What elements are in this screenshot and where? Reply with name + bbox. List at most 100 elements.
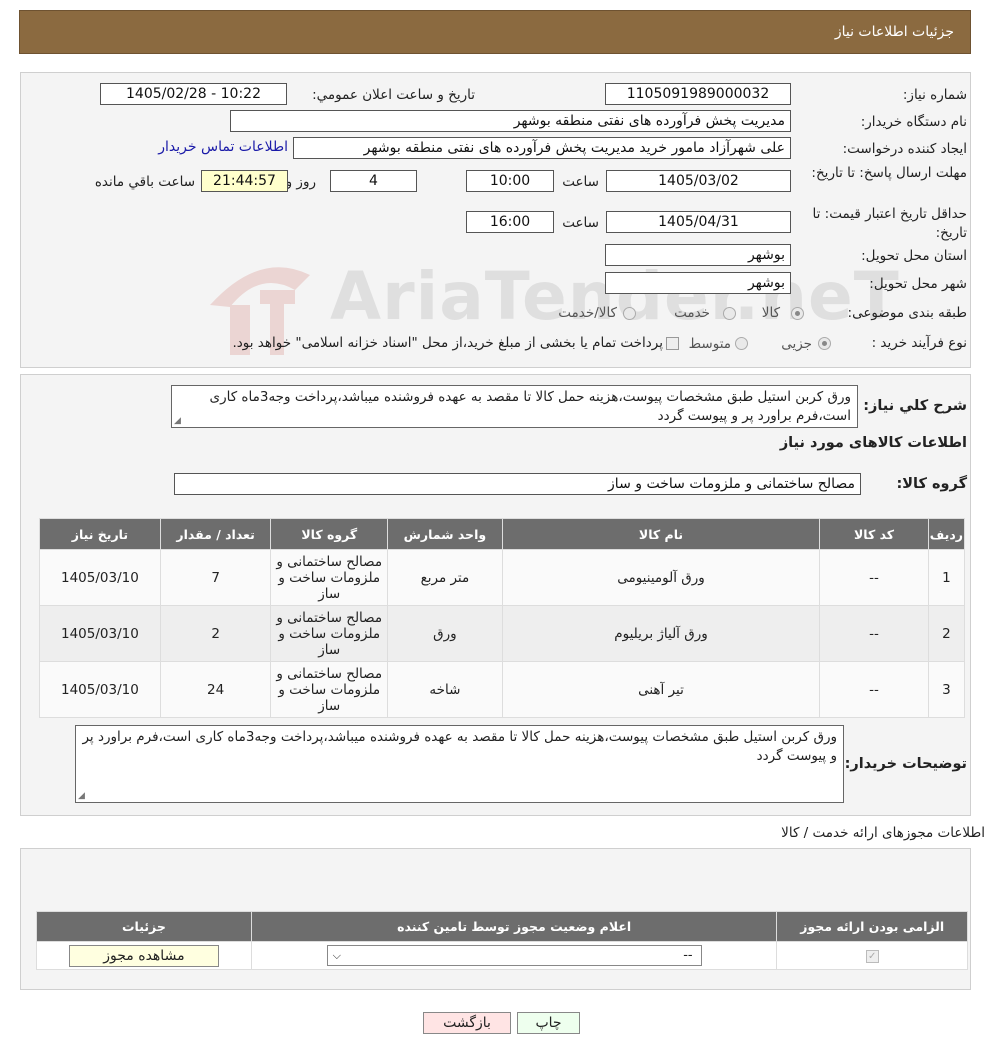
table-row[interactable]: 1 -- ورق آلومینیومی متر مربع مصالح ساختم… [39, 549, 966, 606]
cell-qty: 2 [159, 605, 272, 662]
deadline-time-label: ساعت [562, 174, 599, 190]
goods-table: ردیف کد کالا نام کالا واحد شمارش گروه کا… [39, 518, 966, 718]
process-note: پرداخت تمام یا بخشی از مبلغ خرید،از محل … [232, 335, 663, 351]
days-label: روز و [285, 174, 316, 190]
need-number-field: 1105091989000032 [605, 83, 791, 105]
cell-date: 1405/03/10 [39, 605, 161, 662]
cell-name: تیر آهنی [501, 661, 821, 718]
goods-section-title: اطلاعات کالاهای مورد نیاز [779, 435, 967, 451]
cell-index: 2 [927, 605, 966, 662]
col-name: نام کالا [501, 518, 821, 550]
process-medium-radio[interactable] [735, 337, 748, 350]
col-license-status: اعلام وضعیت مجوز توسط تامین کننده [250, 911, 778, 942]
table-row: ✓ -- ⌵ مشاهده مجوز [36, 941, 968, 970]
category-goods-service-label: کالا/خدمت [558, 305, 617, 321]
goods-group-field: مصالح ساختمانی و ملزومات ساخت و ساز [174, 473, 861, 495]
buyer-notes-text: ورق کربن استیل طبق مشخصات پیوست،هزینه حم… [82, 729, 837, 764]
cell-index: 3 [927, 661, 966, 718]
cell-code: -- [819, 549, 929, 606]
license-details-cell: مشاهده مجوز [36, 941, 252, 970]
validity-date-field: 1405/04/31 [606, 211, 791, 233]
remaining-time-label: ساعت باقي مانده [94, 174, 195, 190]
validity-label: حداقل تاریخ اعتبار قیمت: تا تاریخ: [812, 206, 967, 241]
col-license-details: جزئیات [36, 911, 252, 942]
col-group: گروه کالا [270, 518, 389, 550]
licenses-table-header: الزامی بودن ارائه مجوز اعلام وضعیت مجوز … [36, 911, 968, 942]
resize-grip-icon[interactable]: ◢ [174, 417, 181, 426]
deadline-time-field: 10:00 [466, 170, 554, 192]
page-title: جزئیات اطلاعات نیاز [834, 24, 954, 40]
category-goods-label: کالا [761, 305, 780, 321]
col-qty: تعداد / مقدار [159, 518, 272, 550]
province-field: بوشهر [605, 244, 791, 266]
deadline-label: مهلت ارسال پاسخ: تا تاریخ: [811, 165, 967, 181]
license-status-select[interactable]: -- ⌵ [326, 945, 702, 966]
licenses-section-title: اطلاعات مجوزهای ارائه خدمت / کالا [781, 825, 985, 841]
cell-code: -- [819, 661, 929, 718]
cell-group: مصالح ساختمانی و ملزومات ساخت و ساز [270, 549, 389, 606]
process-minor-radio[interactable] [818, 337, 831, 350]
col-code: کد کالا [819, 518, 929, 550]
cell-name: ورق آلومینیومی [501, 549, 821, 606]
cell-index: 1 [927, 549, 966, 606]
process-minor-label: جزیی [781, 336, 812, 352]
validity-time-field: 16:00 [466, 211, 554, 233]
print-button[interactable]: چاپ [517, 1012, 580, 1034]
city-field: بوشهر [605, 272, 791, 294]
table-row[interactable]: 3 -- تیر آهنی شاخه مصالح ساختمانی و ملزو… [39, 661, 966, 718]
cell-date: 1405/03/10 [39, 549, 161, 606]
creator-label: ايجاد كننده درخواست: [842, 141, 967, 157]
description-text: ورق کربن استیل طبق مشخصات پیوست،هزینه حم… [209, 389, 852, 424]
buyer-org-label: نام دستگاه خريدار: [860, 114, 967, 130]
description-label: شرح كلي نياز: [863, 398, 967, 414]
cell-unit: متر مربع [387, 549, 503, 606]
buyer-notes-textarea[interactable]: ورق کربن استیل طبق مشخصات پیوست،هزینه حم… [75, 725, 844, 803]
province-label: استان محل تحویل: [861, 248, 967, 264]
category-goods-radio[interactable] [791, 307, 804, 320]
cell-group: مصالح ساختمانی و ملزومات ساخت و ساز [270, 661, 389, 718]
view-license-button[interactable]: مشاهده مجوز [68, 944, 219, 967]
cell-qty: 24 [159, 661, 272, 718]
announce-field: 1405/02/28 - 10:22 [100, 83, 287, 105]
category-service-radio[interactable] [723, 307, 736, 320]
deadline-date-field: 1405/03/02 [606, 170, 791, 192]
chevron-down-icon: ⌵ [332, 949, 341, 962]
city-label: شهر محل تحویل: [869, 276, 967, 292]
watermark-text: AriaTender.neT [330, 258, 900, 335]
cell-qty: 7 [159, 549, 272, 606]
cell-group: مصالح ساختمانی و ملزومات ساخت و ساز [270, 605, 389, 662]
goods-table-header: ردیف کد کالا نام کالا واحد شمارش گروه کا… [39, 518, 966, 550]
license-status-cell: -- ⌵ [250, 941, 778, 970]
treasury-checkbox[interactable] [666, 337, 679, 350]
license-status-value: -- [683, 948, 693, 963]
announce-label: تاریخ و ساعت اعلان عمومي: [312, 87, 475, 103]
license-required-checkbox: ✓ [865, 950, 879, 963]
cell-name: ورق آلیاژ بریلیوم [501, 605, 821, 662]
description-textarea[interactable]: ورق کربن استیل طبق مشخصات پیوست،هزینه حم… [171, 385, 858, 428]
cell-unit: شاخه [387, 661, 503, 718]
category-label: طبقه بندی موضوعی: [847, 305, 967, 321]
col-index: ردیف [927, 518, 966, 550]
days-remaining-field: 4 [330, 170, 417, 192]
page-header: جزئیات اطلاعات نیاز [19, 10, 971, 54]
process-label: نوع فرآیند خرید : [871, 335, 967, 351]
col-unit: واحد شمارش [387, 518, 503, 550]
cell-date: 1405/03/10 [39, 661, 161, 718]
creator-field: علی شهرآزاد مامور خرید مدیریت پخش فرآورد… [293, 137, 791, 159]
buyer-org-field: مدیریت پخش فرآورده های نفتی منطقه بوشهر [230, 110, 791, 132]
col-date: تاریخ نیاز [39, 518, 161, 550]
need-number-label: شماره نیاز: [902, 87, 967, 103]
back-button[interactable]: بازگشت [423, 1012, 511, 1034]
category-service-label: خدمت [674, 305, 710, 321]
resize-grip-icon[interactable]: ◢ [78, 792, 85, 801]
remaining-time-field: 21:44:57 [201, 170, 288, 192]
cell-code: -- [819, 605, 929, 662]
goods-group-label: گروه کالا: [896, 476, 967, 492]
table-row[interactable]: 2 -- ورق آلیاژ بریلیوم ورق مصالح ساختمان… [39, 605, 966, 662]
validity-time-label: ساعت [562, 215, 599, 231]
category-goods-service-radio[interactable] [623, 307, 636, 320]
buyer-contact-link[interactable]: اطلاعات تماس خریدار [158, 139, 288, 155]
process-medium-label: متوسط [688, 336, 731, 352]
buyer-notes-label: توضیحات خریدار: [844, 756, 967, 772]
cell-unit: ورق [387, 605, 503, 662]
